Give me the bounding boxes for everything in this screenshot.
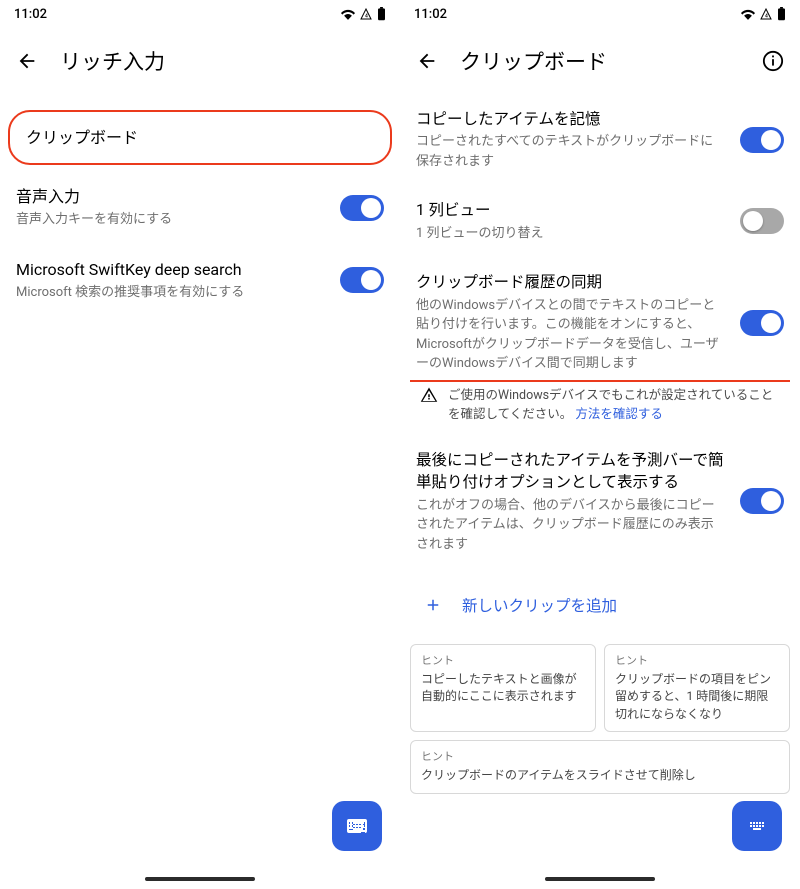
voice-toggle[interactable] bbox=[340, 195, 384, 221]
voice-input-row[interactable]: 音声入力 音声入力キーを有効にする bbox=[0, 171, 400, 244]
page-title: リッチ入力 bbox=[60, 46, 165, 76]
status-time: 11:02 bbox=[14, 7, 47, 22]
one-col-title: 1 列ビュー bbox=[416, 199, 726, 221]
keyboard-icon bbox=[745, 814, 769, 838]
last-copied-sub: これがオフの場合、他のデバイスから最後にコピーされたアイテムは、クリップボード履… bbox=[416, 496, 726, 555]
hint-text: クリップボードの項目をピン留めすると、1 時間後に期限切れにならなくなり bbox=[615, 671, 779, 723]
header: クリップボード bbox=[400, 28, 800, 88]
nav-indicator bbox=[145, 877, 255, 881]
info-icon[interactable] bbox=[762, 50, 784, 72]
status-time: 11:02 bbox=[414, 7, 447, 22]
deepsearch-row[interactable]: Microsoft SwiftKey deep search Microsoft… bbox=[0, 244, 400, 317]
deepsearch-toggle[interactable] bbox=[340, 267, 384, 293]
warning-link[interactable]: 方法を確認する bbox=[575, 407, 663, 422]
hint-grid: ヒント コピーしたテキストと画像が自動的にここに表示されます ヒント クリップボ… bbox=[400, 636, 800, 801]
last-copied-row[interactable]: 最後にコピーされたアイテムを予測バーで簡単貼り付けオプションとして表示する これ… bbox=[400, 435, 800, 568]
voice-title: 音声入力 bbox=[16, 185, 326, 208]
hint-label: ヒント bbox=[615, 653, 779, 669]
back-arrow-icon[interactable] bbox=[16, 50, 38, 72]
last-copied-toggle[interactable] bbox=[740, 488, 784, 514]
hint-card[interactable]: ヒント クリップボードのアイテムをスライドさせて削除し bbox=[410, 740, 790, 793]
remember-row[interactable]: コピーしたアイテムを記憶 コピーされたすべてのテキストがクリップボードに保存され… bbox=[400, 94, 800, 185]
last-copied-title: 最後にコピーされたアイテムを予測バーで簡単貼り付けオプションとして表示する bbox=[416, 449, 726, 494]
status-icons: 4 bbox=[341, 7, 386, 21]
sync-warning: ご使用のWindowsデバイスでもこれが設定されていることを確認してください。 … bbox=[400, 382, 800, 435]
plus-icon bbox=[424, 596, 442, 614]
status-bar: 11:02 4 bbox=[400, 0, 800, 28]
keyboard-icon bbox=[345, 814, 369, 838]
add-clip-label: 新しいクリップを追加 bbox=[462, 594, 617, 616]
sync-row[interactable]: クリップボード履歴の同期 他のWindowsデバイスとの間でテキストのコピーと貼… bbox=[400, 257, 800, 379]
one-col-row[interactable]: 1 列ビュー 1 列ビューの切り替え bbox=[400, 185, 800, 257]
deepsearch-sub: Microsoft 検索の推奨事項を有効にする bbox=[16, 283, 326, 303]
hint-text: コピーしたテキストと画像が自動的にここに表示されます bbox=[421, 671, 585, 706]
sync-title: クリップボード履歴の同期 bbox=[416, 271, 726, 293]
hint-card[interactable]: ヒント クリップボードの項目をピン留めすると、1 時間後に期限切れにならなくなり bbox=[604, 644, 790, 732]
hint-text: クリップボードのアイテムをスライドさせて削除し bbox=[421, 767, 779, 784]
hint-label: ヒント bbox=[421, 749, 779, 765]
left-screen: 11:02 4 リッチ入力 クリップボード 音声入力 音声入力キーを有効にする … bbox=[0, 0, 400, 889]
keyboard-fab[interactable] bbox=[332, 801, 382, 851]
sync-toggle[interactable] bbox=[740, 310, 784, 336]
one-col-toggle[interactable] bbox=[740, 208, 784, 234]
content: クリップボード 音声入力 音声入力キーを有効にする Microsoft Swif… bbox=[0, 88, 400, 889]
remember-toggle[interactable] bbox=[740, 127, 784, 153]
status-bar: 11:02 4 bbox=[0, 0, 400, 28]
status-icons: 4 bbox=[741, 7, 786, 21]
right-screen: 11:02 4 クリップボード コピーしたアイテムを記憶 コピーされたすべてのテ… bbox=[400, 0, 800, 889]
warning-icon bbox=[420, 386, 438, 404]
content: コピーしたアイテムを記憶 コピーされたすべてのテキストがクリップボードに保存され… bbox=[400, 88, 800, 889]
svg-text:4: 4 bbox=[365, 14, 368, 20]
add-clip-button[interactable]: 新しいクリップを追加 bbox=[400, 568, 800, 636]
clipboard-link-label: クリップボード bbox=[26, 126, 374, 149]
nav-indicator bbox=[545, 877, 655, 881]
keyboard-fab[interactable] bbox=[732, 801, 782, 851]
svg-text:4: 4 bbox=[765, 14, 768, 20]
one-col-sub: 1 列ビューの切り替え bbox=[416, 224, 726, 244]
hint-card[interactable]: ヒント コピーしたテキストと画像が自動的にここに表示されます bbox=[410, 644, 596, 732]
sync-sub: 他のWindowsデバイスとの間でテキストのコピーと貼り付けを行います。この機能… bbox=[416, 296, 726, 374]
remember-sub: コピーされたすべてのテキストがクリップボードに保存されます bbox=[416, 132, 726, 171]
header: リッチ入力 bbox=[0, 28, 400, 88]
remember-title: コピーしたアイテムを記憶 bbox=[416, 108, 726, 130]
clipboard-link-highlight[interactable]: クリップボード bbox=[8, 110, 392, 165]
voice-sub: 音声入力キーを有効にする bbox=[16, 210, 326, 230]
deepsearch-title: Microsoft SwiftKey deep search bbox=[16, 258, 326, 281]
page-title: クリップボード bbox=[460, 46, 607, 76]
back-arrow-icon[interactable] bbox=[416, 50, 438, 72]
hint-label: ヒント bbox=[421, 653, 585, 669]
